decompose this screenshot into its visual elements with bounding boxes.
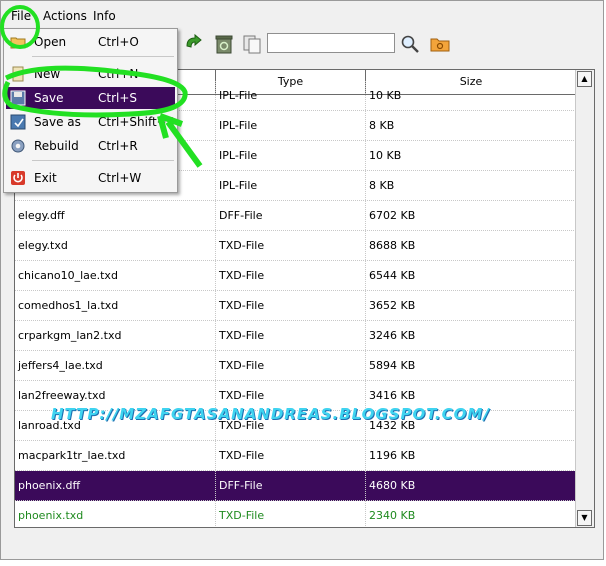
menu-item-label: Open [34,35,67,49]
watermark-url: HTTP://MZAFGTASANANDREAS.BLOGSPOT.COM/ [51,405,490,423]
row-type: TXD-File [215,501,365,527]
menu-file[interactable]: File [11,9,31,23]
row-type: TXD-File [215,441,365,470]
menu-item-label: New [34,67,61,81]
refresh-button[interactable] [181,31,207,57]
menu-actions[interactable]: Actions [43,9,87,23]
floppy-disk-icon [10,90,26,106]
search-button[interactable] [397,31,423,57]
menu-separator [32,56,174,57]
row-type: IPL-File [215,141,365,170]
open-folder-icon [10,37,26,49]
row-name: macpark1tr_lae.txd [18,449,126,462]
table-row[interactable]: chicano10_lae.txd TXD-File 6544 KB [15,261,576,291]
menu-item-shortcut: Ctrl+Shift+S [98,115,175,129]
row-name: elegy.dff [18,209,65,222]
row-size: 10 KB [365,81,576,110]
menu-item-label: Save [34,91,64,105]
row-size: 6702 KB [365,201,576,230]
menu-item-save-as[interactable]: Save as Ctrl+Shift+S [6,111,175,133]
row-type: IPL-File [215,111,365,140]
menu-item-shortcut: Ctrl+S [98,91,138,105]
magnifier-icon [401,35,419,53]
save-as-icon [10,114,26,130]
row-size: 5894 KB [365,351,576,380]
row-type: TXD-File [215,351,365,380]
copy-pages-icon [243,35,261,54]
power-icon [11,171,25,185]
row-size: 8 KB [365,111,576,140]
table-row[interactable]: elegy.txd TXD-File 8688 KB [15,231,576,261]
menu-item-new[interactable]: New Ctrl+N [6,63,175,85]
row-type: TXD-File [215,261,365,290]
recycle-button[interactable] [211,31,237,57]
menu-item-label: Rebuild [34,139,79,153]
row-size: 3652 KB [365,291,576,320]
app-window: File Actions Info Type Size IPL-File 10 … [0,0,604,560]
recycle-bin-icon [215,35,233,54]
row-size: 8688 KB [365,231,576,260]
row-type: DFF-File [215,201,365,230]
menu-item-exit[interactable]: Exit Ctrl+W [6,167,175,189]
table-row[interactable]: phoenix.txd TXD-File 2340 KB [15,501,576,527]
open-folder-button[interactable] [427,31,453,57]
row-name: comedhos1_la.txd [18,299,119,312]
table-row-selected[interactable]: phoenix.dff DFF-File 4680 KB [15,471,576,501]
row-name: jeffers4_lae.txd [18,359,103,372]
row-name: phoenix.txd [18,509,84,522]
menu-bar: File Actions Info [1,5,601,27]
menu-item-shortcut: Ctrl+N [98,67,139,81]
row-size: 2340 KB [365,501,576,527]
menu-item-shortcut: Ctrl+O [98,35,139,49]
menu-separator [32,160,174,161]
table-row[interactable]: jeffers4_lae.txd TXD-File 5894 KB [15,351,576,381]
row-type: IPL-File [215,81,365,110]
menu-item-label: Exit [34,171,57,185]
row-size: 1196 KB [365,441,576,470]
menu-info[interactable]: Info [93,9,116,23]
green-arrow-icon [186,33,202,48]
row-size: 8 KB [365,171,576,200]
row-type: TXD-File [215,231,365,260]
menu-item-open[interactable]: Open Ctrl+O [6,31,175,53]
menu-item-shortcut: Ctrl+W [98,171,142,185]
copy-button[interactable] [239,31,265,57]
row-type: IPL-File [215,171,365,200]
row-name: phoenix.dff [18,479,81,492]
row-type: TXD-File [215,321,365,350]
table-row[interactable]: crparkgm_lan2.txd TXD-File 3246 KB [15,321,576,351]
new-document-icon [12,66,24,82]
vertical-scrollbar[interactable]: ▲ ▼ [575,70,594,527]
row-name: elegy.txd [18,239,68,252]
row-type: TXD-File [215,291,365,320]
row-size: 4680 KB [365,471,576,500]
menu-item-save[interactable]: Save Ctrl+S [6,87,175,109]
row-type: DFF-File [215,471,365,500]
menu-item-shortcut: Ctrl+R [98,139,138,153]
toolbar [179,31,599,59]
table-row[interactable]: macpark1tr_lae.txd TXD-File 1196 KB [15,441,576,471]
gear-icon [11,139,25,153]
table-row[interactable]: comedhos1_la.txd TXD-File 3652 KB [15,291,576,321]
search-input[interactable] [267,33,395,53]
menu-item-label: Save as [34,115,81,129]
menu-item-rebuild[interactable]: Rebuild Ctrl+R [6,135,175,157]
table-row[interactable]: elegy.dff DFF-File 6702 KB [15,201,576,231]
scroll-down-button[interactable]: ▼ [577,510,592,526]
row-name: crparkgm_lan2.txd [18,329,122,342]
row-size: 3246 KB [365,321,576,350]
row-name: chicano10_lae.txd [18,269,118,282]
row-size: 6544 KB [365,261,576,290]
scroll-up-button[interactable]: ▲ [577,71,592,87]
row-size: 10 KB [365,141,576,170]
file-menu-dropdown: Open Ctrl+O New Ctrl+N Save Ctrl+S Save … [3,28,178,193]
orange-folder-icon [430,38,450,52]
